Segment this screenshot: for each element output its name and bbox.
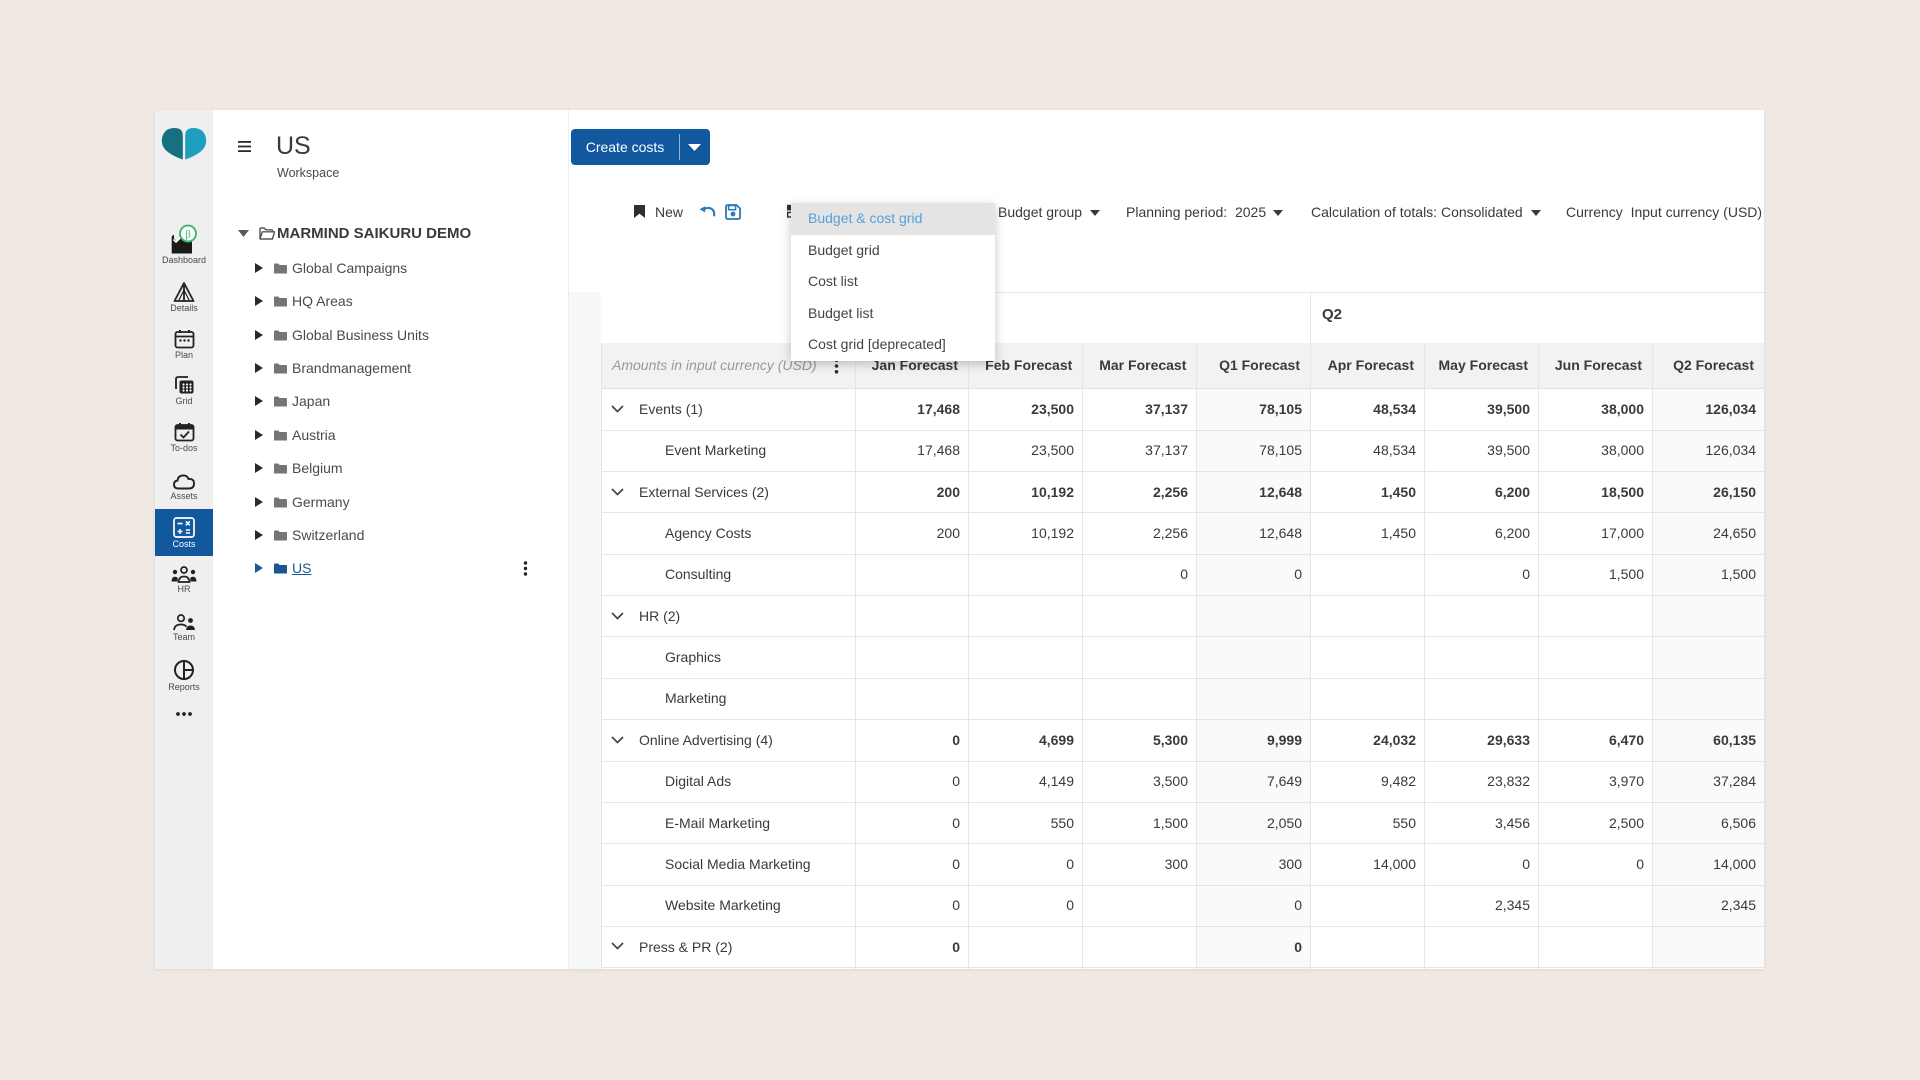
- svg-text:β: β: [185, 228, 191, 240]
